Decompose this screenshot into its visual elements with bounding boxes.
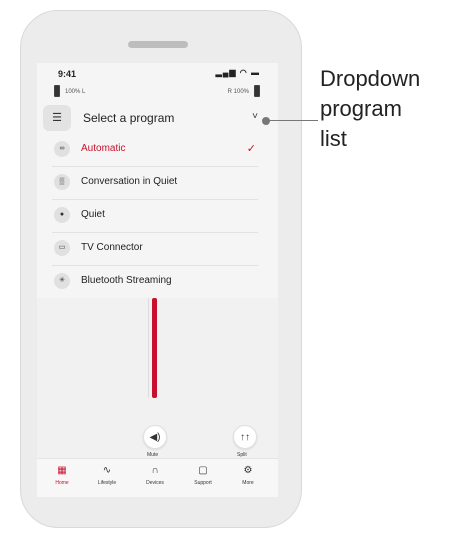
bottom-tab-bar: ▦ Home ∿ Lifestyle ∩ Devices ▢ Support ⚙…	[37, 458, 278, 497]
left-battery-text: 100% L	[65, 89, 86, 95]
status-time: 9:41	[58, 69, 77, 79]
volume-slider[interactable]	[152, 298, 157, 398]
tab-more[interactable]: ⚙ More	[228, 464, 268, 486]
tv-icon: ▭	[54, 240, 70, 256]
tab-label: Devices	[146, 480, 164, 486]
support-icon: ▢	[198, 465, 208, 476]
program-conversation-in-quiet[interactable]: ▒ Conversation in Quiet	[52, 166, 258, 200]
conversation-icon: ▒	[54, 174, 70, 190]
right-battery-icon	[254, 85, 260, 97]
mute-button[interactable]: ◀)	[143, 425, 167, 449]
callout-line-1: Dropdown	[320, 66, 421, 91]
program-tv-connector[interactable]: ▭ TV Connector	[52, 232, 258, 266]
tab-support[interactable]: ▢ Support	[183, 464, 223, 486]
bluetooth-icon: ✳	[54, 273, 70, 289]
program-label: Bluetooth Streaming	[81, 275, 172, 286]
tab-devices[interactable]: ∩ Devices	[135, 464, 175, 486]
callout-line-3: list	[320, 126, 347, 151]
volume-track	[148, 298, 149, 398]
devices-icon: ∩	[151, 465, 159, 476]
hearing-aid-battery-row: 100% L R 100%	[37, 85, 278, 101]
app-screen: 9:41 ▂▄▆ ◠ ▬ 100% L R 100% ☰ Select a pr…	[37, 63, 278, 497]
automatic-icon: ∞	[54, 141, 70, 157]
quiet-icon: ●	[54, 207, 70, 223]
lifestyle-icon: ∿	[102, 465, 112, 476]
program-label: Quiet	[81, 209, 105, 220]
program-label: TV Connector	[81, 242, 143, 253]
status-bar: 9:41 ▂▄▆ ◠ ▬	[37, 63, 278, 85]
home-icon: ▦	[57, 465, 67, 476]
program-dropdown[interactable]: ☰ Select a program ˅	[37, 103, 278, 133]
tab-label: Support	[194, 480, 212, 486]
callout-line-2: program	[320, 96, 402, 121]
tab-label: More	[242, 480, 254, 486]
gear-icon: ⚙	[243, 465, 253, 476]
program-label: Automatic	[81, 143, 126, 154]
program-quiet[interactable]: ● Quiet	[52, 199, 258, 233]
chevron-down-icon[interactable]: ˅	[252, 111, 258, 122]
tab-home[interactable]: ▦ Home	[42, 464, 82, 486]
callout-dot	[262, 117, 270, 125]
phone-speaker	[128, 41, 188, 48]
split-button[interactable]: ↑↑	[233, 425, 257, 449]
program-label: Conversation in Quiet	[81, 176, 178, 187]
dropdown-title: Select a program	[83, 111, 175, 125]
tab-label: Home	[55, 480, 69, 486]
left-battery-icon	[54, 85, 60, 97]
callout-text: Dropdown program list	[320, 64, 420, 154]
tab-label: Lifestyle	[97, 480, 117, 486]
volume-area: ◀) Mute ↑↑ Split ▦ Home ∿ Lifestyle ∩ De…	[37, 298, 278, 497]
program-automatic[interactable]: ∞ Automatic ✓	[52, 133, 258, 167]
program-list: ∞ Automatic ✓ ▒ Conversation in Quiet ● …	[37, 133, 278, 298]
tab-lifestyle[interactable]: ∿ Lifestyle	[87, 464, 127, 486]
program-bluetooth-streaming[interactable]: ✳ Bluetooth Streaming	[52, 265, 258, 298]
callout-line	[269, 120, 318, 121]
right-battery-text: R 100%	[227, 89, 249, 95]
signal-wifi-battery-icons: ▂▄▆ ◠ ▬	[215, 68, 260, 77]
checkmark-icon: ✓	[246, 143, 256, 155]
list-icon: ☰	[43, 105, 71, 131]
